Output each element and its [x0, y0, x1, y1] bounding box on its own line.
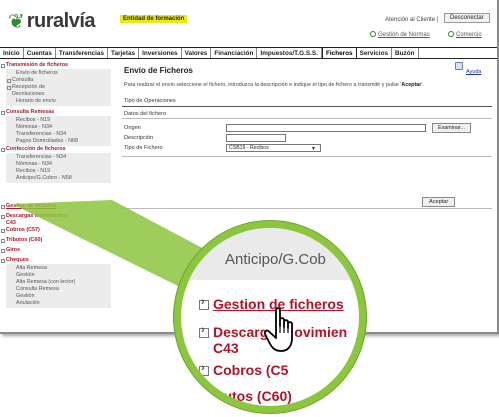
- description-label: Descripción: [124, 135, 154, 141]
- standards-link[interactable]: Gestión de Normas: [370, 31, 430, 38]
- page-title: Envío de Ficheros: [124, 66, 193, 75]
- sidebar-item-horario[interactable]: Horario de envío: [6, 98, 111, 105]
- tab-valores[interactable]: Valores: [182, 48, 212, 58]
- tab-financiacion[interactable]: Financiación: [211, 48, 258, 58]
- sidebar-group-cheques: Alta Remesa Gestión Alta Remesa (con lec…: [6, 264, 111, 308]
- tab-tarjetas[interactable]: Tarjetas: [108, 48, 140, 58]
- tab-inicio[interactable]: Inicio: [0, 48, 24, 58]
- entity-badge: Entidad de formación: [120, 15, 188, 23]
- sidebar-section-consulta-remesas[interactable]: Consulta Remesas: [0, 109, 115, 116]
- collapse-icon: [1, 63, 5, 68]
- sidebar-item-gestion-2[interactable]: Gestión: [6, 293, 111, 300]
- origin-label: Origen: [124, 125, 141, 131]
- sidebar-item-conf-recibos[interactable]: Recibos - N19: [6, 168, 111, 175]
- help-icon[interactable]: [455, 62, 463, 70]
- magnified-c43: C43: [213, 340, 239, 356]
- magnified-anticipo: Anticipo/G.Cob: [225, 251, 326, 268]
- tab-transferencias[interactable]: Transferencias: [56, 48, 109, 58]
- main-nav: Inicio Cuentas Transferencias Tarjetas I…: [0, 47, 497, 59]
- tab-ficheros[interactable]: Ficheros: [321, 48, 357, 58]
- intro-text: Para realizar el envío seleccione el fic…: [124, 82, 424, 88]
- help-link[interactable]: Ayuda: [466, 69, 482, 75]
- sidebar-section-confeccion[interactable]: Confección de ficheros: [0, 146, 115, 153]
- tab-cuentas[interactable]: Cuentas: [24, 48, 56, 58]
- sidebar-section-transmision[interactable]: Transmisión de ficheros: [0, 62, 115, 69]
- origin-input[interactable]: [226, 124, 426, 132]
- accept-button[interactable]: Aceptar: [422, 197, 456, 207]
- tab-inversiones[interactable]: Inversiones: [139, 48, 182, 58]
- circle-bullet-icon: [448, 31, 454, 37]
- collapse-icon: [1, 258, 5, 263]
- sidebar-item-recepcion[interactable]: Recepción de: [6, 84, 111, 91]
- sidebar-item-transferencias-n34[interactable]: Transferencias - N34: [6, 131, 111, 138]
- tab-impuestos[interactable]: Impuestos/T.G.S.S.: [257, 48, 322, 58]
- customer-service-link[interactable]: Atención al Cliente |: [385, 17, 438, 23]
- description-input[interactable]: [226, 134, 286, 142]
- logo-text: ruralvía: [26, 10, 96, 32]
- sidebar-group-confeccion: Transferencias - N34 Nóminas - N34 Recib…: [6, 153, 111, 183]
- sidebar-item-envio[interactable]: Envío de ficheros: [6, 70, 111, 77]
- expand-icon: [199, 296, 209, 310]
- sidebar-group-consulta-remesas: Recibos - N19 Nóminas - N34 Transferenci…: [6, 116, 111, 146]
- commerce-link[interactable]: Comercio: [448, 31, 482, 38]
- operations-type-label: Tipo de Operaciones: [124, 98, 176, 104]
- expand-icon: [7, 85, 11, 90]
- sidebar-group-transmision: Envío de ficheros Consulta Recepción de …: [6, 69, 111, 106]
- sidebar-item-devoluciones[interactable]: Devoluciones: [6, 91, 111, 98]
- sidebar-item-consulta[interactable]: Consulta: [6, 77, 111, 84]
- sidebar-link-gestion[interactable]: Gestion de ficheros: [0, 203, 115, 210]
- circle-bullet-icon: [370, 31, 376, 37]
- sidebar-link-tributos[interactable]: Tributos (C60): [0, 237, 115, 244]
- sidebar-link-cobros[interactable]: Cobros (C57): [0, 227, 115, 234]
- expand-icon: [1, 248, 5, 253]
- sidebar-item-gestion-1[interactable]: Gestión: [6, 272, 111, 279]
- divider: [122, 106, 492, 107]
- sidebar-item-pagos-n68[interactable]: Pagos Domiciliados - N68: [6, 138, 111, 145]
- divider: [122, 118, 492, 119]
- sidebar-link-cheques[interactable]: Cheques: [0, 257, 115, 264]
- disconnect-button[interactable]: Desconectar: [444, 13, 490, 23]
- file-data-heading: Datos del fichero: [124, 111, 166, 117]
- dropdown-arrow-icon: ▼: [311, 146, 316, 152]
- browse-button[interactable]: Examinar...: [432, 123, 471, 133]
- tab-buzon[interactable]: Buzón: [392, 48, 419, 58]
- expand-icon: [7, 78, 11, 83]
- sidebar-link-giros[interactable]: Giros: [0, 247, 115, 254]
- sidebar: Transmisión de ficheros Envío de fichero…: [0, 62, 115, 308]
- file-type-label: Tipo de Fichero: [124, 145, 163, 151]
- sidebar-item-alta-remesa[interactable]: Alta Remesa: [6, 265, 111, 272]
- tab-servicios[interactable]: Servicios: [357, 48, 393, 58]
- ruralvia-logo[interactable]: ❦ ruralvía: [8, 10, 96, 33]
- collapse-icon: [1, 110, 5, 115]
- magnified-tributos-link: ibutos (C60): [211, 388, 292, 404]
- sidebar-item-conf-anticipo[interactable]: Anticipo/G.Cobro - N58: [6, 175, 111, 182]
- leaf-logo-icon: ❦: [8, 10, 25, 33]
- file-type-select[interactable]: CSB19 - Recibos ▼: [226, 144, 321, 152]
- divider: [122, 156, 492, 157]
- expand-icon: [1, 214, 5, 219]
- magnified-cobros-link: Cobros (C5: [199, 362, 288, 378]
- sidebar-link-descargas[interactable]: Descargas movimientos C43: [0, 213, 70, 227]
- collapse-icon: [1, 147, 5, 152]
- sidebar-item-consulta-remesa[interactable]: Consulta Remesa: [6, 286, 111, 293]
- expand-icon: [199, 324, 209, 338]
- sidebar-item-alta-lector[interactable]: Alta Remesa (con lector): [6, 279, 111, 286]
- sidebar-item-recibos-n19[interactable]: Recibos - N19: [6, 117, 111, 124]
- expand-icon: [1, 238, 5, 243]
- hand-pointer-cursor-icon: [264, 307, 293, 352]
- screenshot-stage: ❦ ruralvía Entidad de formación Atención…: [0, 0, 499, 417]
- expand-icon: [199, 362, 209, 376]
- sidebar-item-conf-transferencias[interactable]: Transferencias - N34: [6, 154, 111, 161]
- sidebar-item-nominas-n34[interactable]: Nóminas - N34: [6, 124, 111, 131]
- expand-icon: [1, 204, 5, 209]
- divider: [122, 208, 492, 209]
- sidebar-item-conf-nominas[interactable]: Nóminas - N34: [6, 161, 111, 168]
- sidebar-item-anulacion[interactable]: Anulación: [6, 300, 111, 307]
- expand-icon: [1, 228, 5, 233]
